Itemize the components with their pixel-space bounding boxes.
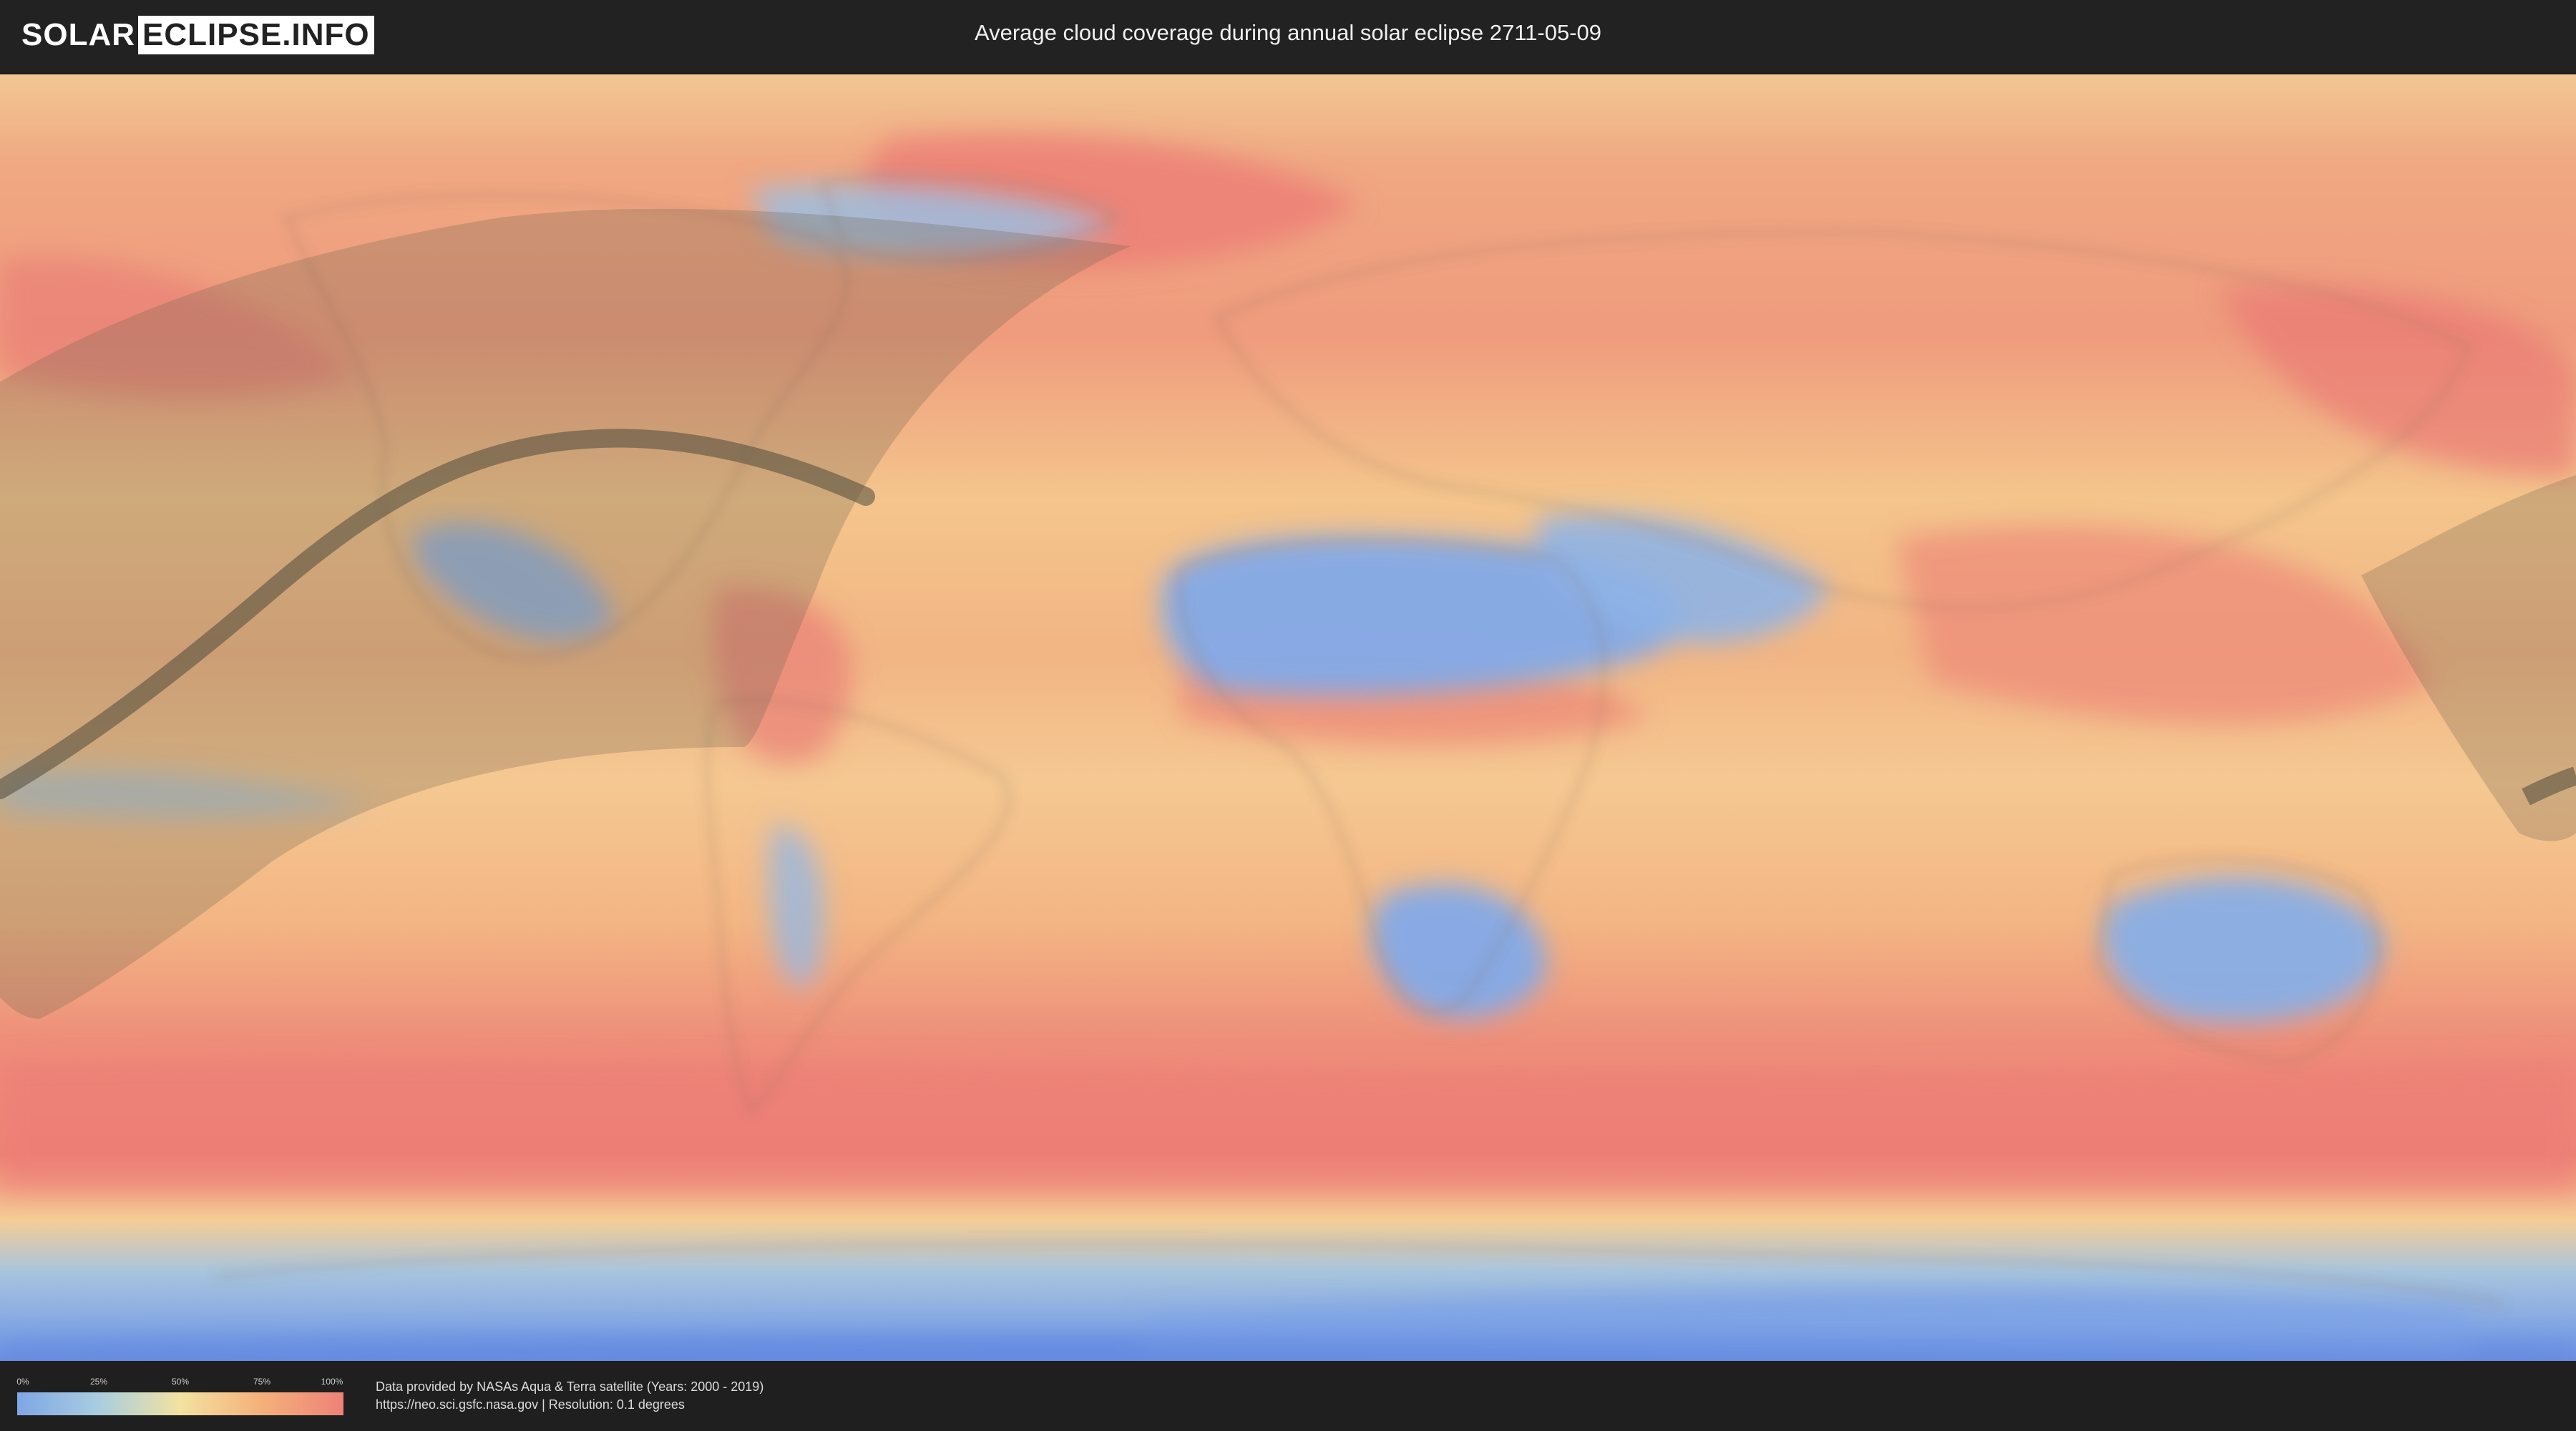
legend-tick-50: 50%: [171, 1377, 190, 1387]
legend-tick-75: 75%: [253, 1377, 271, 1387]
page-title: Average cloud coverage during annual sol…: [974, 20, 1602, 45]
legend-tick-100: 100%: [321, 1377, 343, 1387]
data-credits: Data provided by NASAs Aqua & Terra sate…: [376, 1378, 763, 1414]
cloud-coverage-map[interactable]: [0, 74, 2576, 1361]
data-source-url[interactable]: https://neo.sci.gsfc.nasa.gov | Resoluti…: [376, 1396, 763, 1414]
cloud-coverage-legend: 0% 25% 50% 75% 100%: [16, 1377, 343, 1415]
map-canvas: [0, 74, 2576, 1361]
legend-tick-25: 25%: [89, 1377, 108, 1387]
legend-tick-0: 0%: [16, 1377, 29, 1387]
legend-ticks: 0% 25% 50% 75% 100%: [16, 1377, 343, 1391]
header-bar: SOLAR ECLIPSE.INFO Average cloud coverag…: [0, 0, 2576, 72]
footer-bar: 0% 25% 50% 75% 100% Data provided by NAS…: [0, 1361, 2576, 1431]
legend-color-bar: [17, 1392, 343, 1415]
data-source-text: Data provided by NASAs Aqua & Terra sate…: [376, 1379, 764, 1394]
